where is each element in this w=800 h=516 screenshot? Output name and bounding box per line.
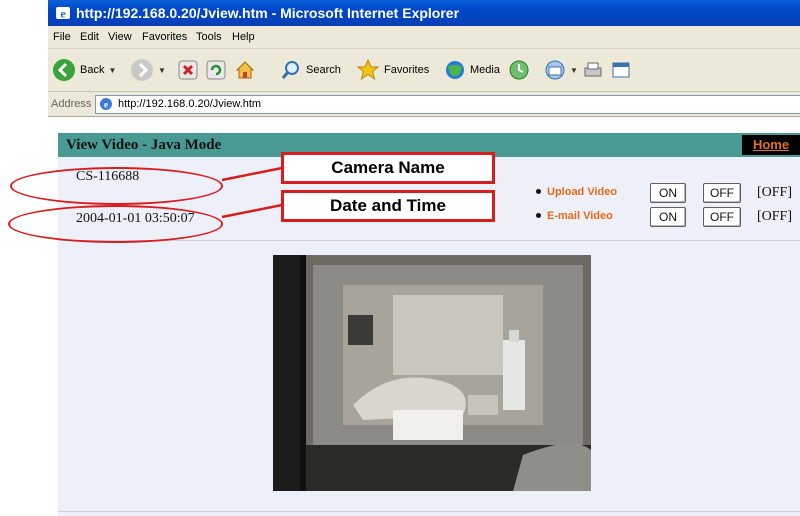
camera-name-callout: Camera Name	[281, 152, 495, 184]
camera-name-connector	[221, 166, 283, 182]
date-time-callout: Date and Time	[281, 190, 495, 222]
callout-connectors	[221, 166, 283, 219]
date-time-connector	[221, 203, 283, 219]
